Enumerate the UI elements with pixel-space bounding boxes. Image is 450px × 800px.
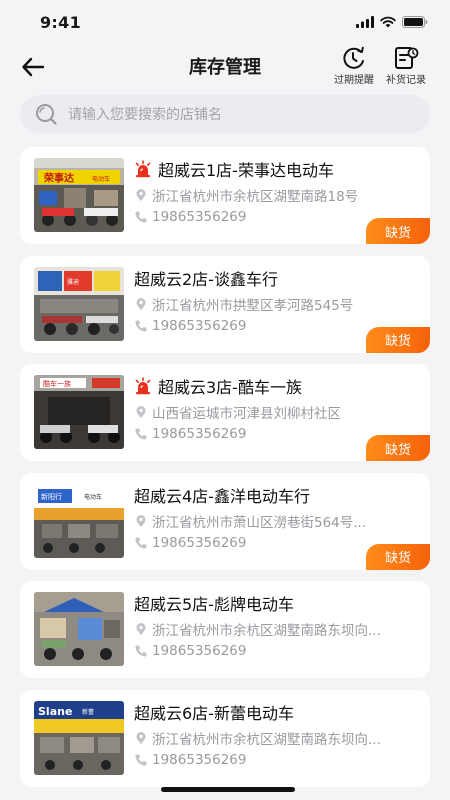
home-indicator bbox=[161, 787, 295, 792]
store-photo: 酷车一族 bbox=[34, 375, 124, 449]
search-placeholder: 请输入您要搜索的店铺名 bbox=[68, 107, 222, 123]
location-pin-icon bbox=[136, 189, 146, 201]
expire-reminder-button[interactable]: 过期提醒 bbox=[327, 46, 381, 86]
store-card[interactable]: 雅迪 超威云2店-谈鑫车行 浙江省杭州市拱墅区孝河路545号 198653562… bbox=[20, 255, 430, 353]
store-photo: 荣事达 电动车 bbox=[34, 158, 124, 232]
svg-text:新阳行: 新阳行 bbox=[41, 492, 62, 501]
search-icon bbox=[36, 104, 57, 125]
store-name: 超威云4店-鑫洋电动车行 bbox=[134, 486, 310, 506]
store-address: 浙江省杭州市余杭区湖墅南路东坝向... bbox=[152, 731, 381, 748]
store-list: 荣事达 电动车 超威云1店-荣事达电动车 浙江省杭州市余杭区湖墅南路18号 19… bbox=[0, 133, 450, 787]
phone-icon bbox=[135, 645, 147, 657]
location-pin-icon bbox=[136, 406, 146, 418]
svg-text:Slane: Slane bbox=[38, 705, 72, 718]
store-phone: 19865356269 bbox=[152, 534, 247, 551]
location-pin-icon bbox=[136, 514, 146, 527]
store-address: 浙江省杭州市余杭区湖墅南路18号 bbox=[152, 189, 359, 205]
phone-icon bbox=[135, 428, 147, 440]
restock-record-icon bbox=[395, 47, 419, 69]
status-time: 9:41 bbox=[40, 12, 81, 32]
store-name: 超威云3店-酷车一族 bbox=[158, 378, 302, 397]
alarm-icon bbox=[135, 160, 151, 178]
store-phone: 19865356269 bbox=[152, 643, 247, 659]
clock-alert-icon bbox=[343, 46, 364, 69]
phone-icon bbox=[135, 211, 147, 223]
svg-text:雅迪: 雅迪 bbox=[67, 278, 79, 286]
out-of-stock-badge: 缺货 bbox=[366, 435, 430, 461]
location-pin-icon bbox=[136, 297, 146, 310]
svg-text:电动车: 电动车 bbox=[92, 175, 110, 183]
phone-icon bbox=[135, 754, 147, 766]
svg-text:电动车: 电动车 bbox=[84, 493, 102, 501]
store-name: 超威云1店-荣事达电动车 bbox=[158, 161, 334, 180]
expire-reminder-label: 过期提醒 bbox=[334, 75, 374, 86]
store-name: 超威云6店-新蕾电动车 bbox=[134, 703, 294, 723]
status-icons bbox=[356, 16, 428, 28]
store-address: 浙江省杭州市余杭区湖墅南路东坝向... bbox=[152, 623, 381, 639]
store-photo: Slane 新蕾 bbox=[34, 700, 124, 775]
restock-record-label: 补货记录 bbox=[386, 75, 426, 86]
store-card[interactable]: 超威云5店-彪牌电动车 浙江省杭州市余杭区湖墅南路东坝向... 19865356… bbox=[20, 581, 430, 678]
store-card[interactable]: 新阳行 电动车 超威云4店-鑫洋电动车行 浙江省杭州市萧山区澇巷街564号... bbox=[20, 472, 430, 570]
store-card[interactable]: Slane 新蕾 超威云6店-新蕾电动车 浙江省杭州市余杭区湖墅南路东坝向... bbox=[20, 689, 430, 787]
out-of-stock-badge: 缺货 bbox=[366, 218, 430, 244]
location-pin-icon bbox=[136, 623, 146, 635]
wifi-icon bbox=[380, 16, 396, 28]
store-name: 超威云2店-谈鑫车行 bbox=[134, 269, 278, 289]
svg-text:荣事达: 荣事达 bbox=[43, 172, 74, 185]
store-phone: 19865356269 bbox=[152, 209, 247, 225]
store-photo: 雅迪 bbox=[34, 266, 124, 341]
svg-text:酷车一族: 酷车一族 bbox=[43, 379, 71, 388]
store-card[interactable]: 酷车一族 超威云3店-酷车一族 山西省运城市河津县刘柳村社区 198653562… bbox=[20, 364, 430, 461]
alarm-icon bbox=[135, 377, 151, 395]
store-address: 浙江省杭州市萧山区澇巷街564号... bbox=[152, 514, 367, 531]
store-card[interactable]: 荣事达 电动车 超威云1店-荣事达电动车 浙江省杭州市余杭区湖墅南路18号 19… bbox=[20, 147, 430, 244]
out-of-stock-badge: 缺货 bbox=[366, 326, 430, 353]
store-phone: 19865356269 bbox=[152, 317, 247, 334]
nav-bar: 库存管理 过期提醒 补货记录 bbox=[0, 44, 450, 88]
restock-record-button[interactable]: 补货记录 bbox=[379, 46, 433, 86]
search-input[interactable]: 请输入您要搜索的店铺名 bbox=[20, 95, 430, 133]
svg-text:新蕾: 新蕾 bbox=[82, 708, 94, 716]
out-of-stock-badge: 缺货 bbox=[366, 543, 430, 570]
store-address: 浙江省杭州市拱墅区孝河路545号 bbox=[152, 297, 354, 314]
store-phone: 19865356269 bbox=[152, 426, 247, 442]
store-address: 山西省运城市河津县刘柳村社区 bbox=[152, 406, 341, 422]
store-name: 超威云5店-彪牌电动车 bbox=[134, 595, 294, 614]
battery-icon bbox=[402, 16, 428, 28]
phone-icon bbox=[135, 320, 147, 332]
signal-icon bbox=[356, 16, 374, 28]
back-button[interactable] bbox=[18, 52, 48, 82]
store-photo bbox=[34, 592, 124, 666]
location-pin-icon bbox=[136, 731, 146, 744]
phone-icon bbox=[135, 537, 147, 549]
store-phone: 19865356269 bbox=[152, 751, 247, 768]
store-photo: 新阳行 电动车 bbox=[34, 483, 124, 558]
status-bar: 9:41 bbox=[0, 0, 450, 44]
back-arrow-icon bbox=[22, 57, 45, 77]
